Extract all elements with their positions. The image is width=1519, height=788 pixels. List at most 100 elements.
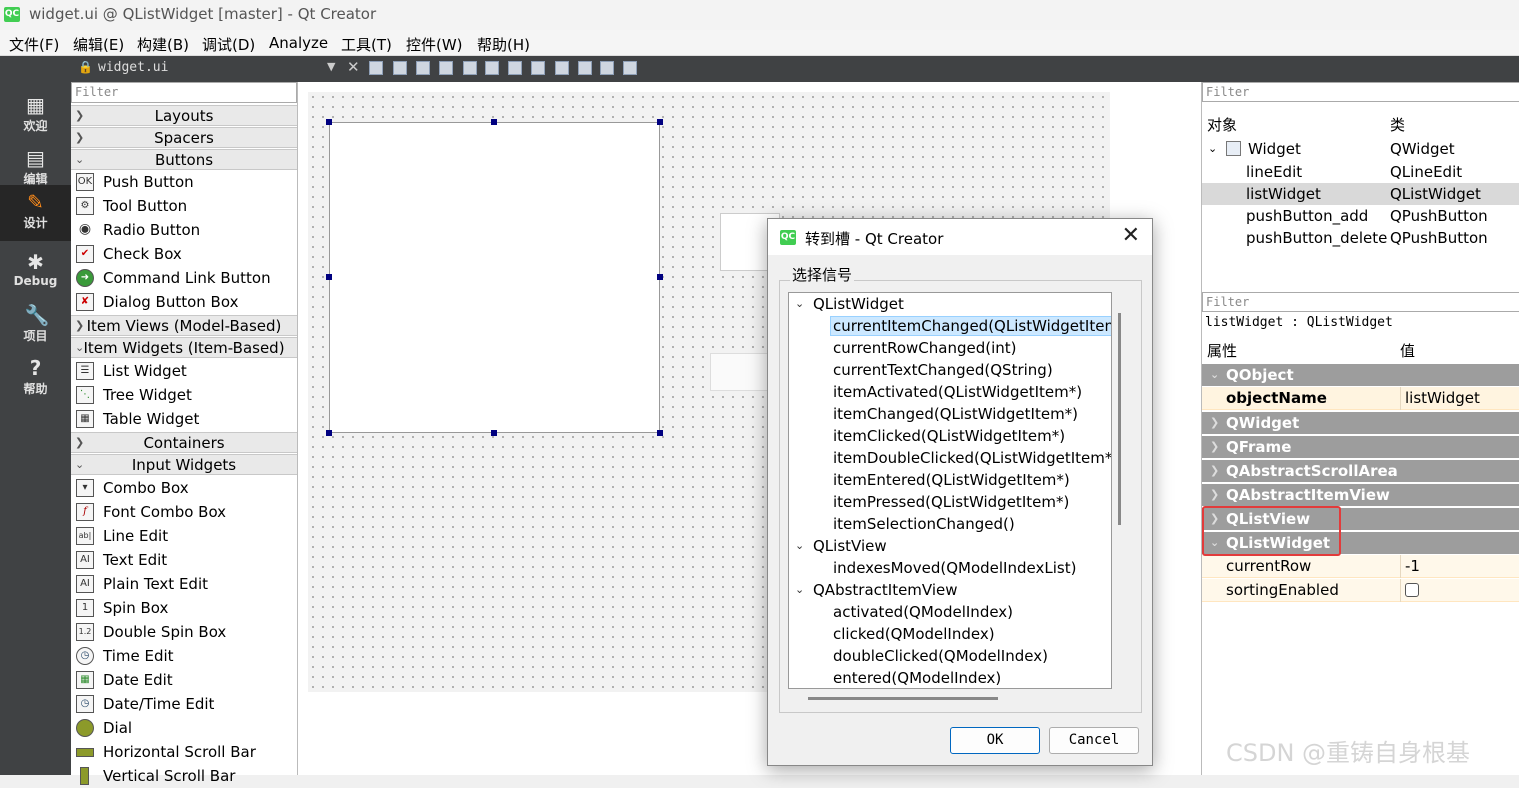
signal-group-qlistview[interactable]: ⌄ QListView — [789, 535, 1109, 557]
category-item-views[interactable]: ❯ Item Views (Model-Based) — [71, 315, 297, 336]
property-row-objectname[interactable]: objectName listWidget — [1202, 387, 1519, 410]
widget-date-time-edit[interactable]: ◷ Date/Time Edit — [71, 692, 297, 716]
widget-dial[interactable]: Dial — [71, 716, 297, 740]
layout-form-icon[interactable] — [578, 61, 592, 75]
widget-spin-box[interactable]: 1 Spin Box — [71, 596, 297, 620]
widget-text-edit[interactable]: AI Text Edit — [71, 548, 297, 572]
layout-splitter-v-icon[interactable] — [531, 61, 545, 75]
open-file-label[interactable]: widget.ui — [98, 60, 168, 75]
signal-item-activated[interactable]: itemActivated(QListWidgetItem*) — [789, 381, 1109, 403]
object-row-listwidget[interactable]: listWidget QListWidget — [1202, 183, 1519, 205]
widget-vertical-scroll-bar[interactable]: Vertical Scroll Bar — [71, 764, 297, 788]
signal-double-clicked[interactable]: doubleClicked(QModelIndex) — [789, 645, 1109, 667]
layout-splitter-h-icon[interactable] — [508, 61, 522, 75]
widget-dialog-button-box[interactable]: ✘ Dialog Button Box — [71, 290, 297, 314]
mode-help[interactable]: ? 帮助 — [0, 351, 71, 403]
menu-file[interactable]: 文件(F) — [9, 34, 59, 55]
signal-indexes-moved[interactable]: indexesMoved(QModelIndexList) — [789, 557, 1109, 579]
signal-activated[interactable]: activated(QModelIndex) — [789, 601, 1109, 623]
property-group-qframe[interactable]: ❯ QFrame — [1202, 436, 1519, 458]
mode-debug[interactable]: ✱ Debug — [0, 245, 71, 297]
widget-date-edit[interactable]: ▦ Date Edit — [71, 668, 297, 692]
property-row-currentrow[interactable]: currentRow -1 — [1202, 555, 1519, 578]
object-row-widget[interactable]: ⌄ Widget QWidget — [1202, 138, 1519, 160]
category-input-widgets[interactable]: ⌄ Input Widgets — [71, 454, 297, 475]
signal-item-pressed[interactable]: itemPressed(QListWidgetItem*) — [789, 491, 1109, 513]
horizontal-scrollbar[interactable] — [808, 697, 998, 700]
ok-button[interactable]: OK — [950, 727, 1040, 754]
mode-design[interactable]: ✎ 设计 — [0, 185, 71, 241]
widget-check-box[interactable]: ✔ Check Box — [71, 242, 297, 266]
property-group-qobject[interactable]: ⌄ QObject — [1202, 364, 1519, 386]
widget-combo-box[interactable]: ▾ Combo Box — [71, 476, 297, 500]
layout-grid-icon[interactable] — [555, 61, 569, 75]
widget-table-widget[interactable]: ▦ Table Widget — [71, 407, 297, 431]
signal-item-double-clicked[interactable]: itemDoubleClicked(QListWidgetItem*) — [789, 447, 1111, 469]
widget-push-button[interactable]: OK Push Button — [71, 170, 297, 194]
signal-current-item-changed[interactable]: currentItemChanged(QListWidgetItem — [789, 315, 1111, 337]
break-layout-icon[interactable] — [600, 61, 614, 75]
category-item-widgets[interactable]: ⌄ Item Widgets (Item-Based) — [71, 337, 297, 358]
property-group-qwidget[interactable]: ❯ QWidget — [1202, 412, 1519, 434]
object-filter-input[interactable]: Filter — [1202, 82, 1519, 102]
signal-item-selection-changed[interactable]: itemSelectionChanged() — [789, 513, 1109, 535]
signal-group-qlistwidget[interactable]: ⌄ QListWidget — [789, 293, 1109, 315]
signal-current-text-changed[interactable]: currentTextChanged(QString) — [789, 359, 1109, 381]
widget-tool-button[interactable]: ⚙ Tool Button — [71, 194, 297, 218]
widget-filter-input[interactable]: Filter — [71, 82, 297, 103]
mode-projects[interactable]: 🔧 项目 — [0, 298, 71, 350]
object-row-pushbutton-add[interactable]: pushButton_add QPushButton — [1202, 205, 1519, 227]
widget-command-link-button[interactable]: ➜ Command Link Button — [71, 266, 297, 290]
widget-horizontal-scroll-bar[interactable]: Horizontal Scroll Bar — [71, 740, 297, 764]
property-value[interactable]: listWidget — [1400, 387, 1480, 410]
sorting-enabled-checkbox[interactable] — [1405, 583, 1419, 597]
property-filter-input[interactable]: Filter — [1202, 292, 1519, 312]
resize-handle[interactable] — [657, 119, 663, 125]
close-icon[interactable]: ✕ — [1122, 223, 1140, 248]
chevron-down-icon[interactable]: ▼ — [327, 60, 335, 73]
widget-plain-text-edit[interactable]: AI Plain Text Edit — [71, 572, 297, 596]
category-spacers[interactable]: ❯ Spacers — [71, 127, 297, 148]
signal-item-changed[interactable]: itemChanged(QListWidgetItem*) — [789, 403, 1109, 425]
widget-double-spin-box[interactable]: 1.2 Double Spin Box — [71, 620, 297, 644]
layout-vertical-icon[interactable] — [485, 61, 499, 75]
mode-welcome[interactable]: ▦ 欢迎 — [0, 88, 71, 140]
widget-radio-button[interactable]: ◉ Radio Button — [71, 218, 297, 242]
widget-tree-widget[interactable]: ⋱ Tree Widget — [71, 383, 297, 407]
object-row-lineedit[interactable]: lineEdit QLineEdit — [1202, 161, 1519, 183]
resize-handle[interactable] — [657, 430, 663, 436]
object-row-pushbutton-delete[interactable]: pushButton_delete QPushButton — [1202, 227, 1519, 249]
widget-font-combo-box[interactable]: f Font Combo Box — [71, 500, 297, 524]
close-file-icon[interactable]: ✕ — [347, 58, 360, 76]
widget-line-edit[interactable]: ab| Line Edit — [71, 524, 297, 548]
widget-time-edit[interactable]: ◷ Time Edit — [71, 644, 297, 668]
category-layouts[interactable]: ❯ Layouts — [71, 105, 297, 126]
widget-list-widget[interactable]: ☰ List Widget — [71, 359, 297, 383]
menu-widgets[interactable]: 控件(W) — [406, 34, 463, 55]
adjust-size-icon[interactable] — [623, 61, 637, 75]
property-row-sortingenabled[interactable]: sortingEnabled — [1202, 579, 1519, 602]
resize-handle[interactable] — [657, 274, 663, 280]
edit-widgets-icon[interactable] — [369, 61, 383, 75]
menu-debug[interactable]: 调试(D) — [202, 34, 255, 55]
resize-handle[interactable] — [326, 274, 332, 280]
signal-group-qabstractitemview[interactable]: ⌄ QAbstractItemView — [789, 579, 1109, 601]
signal-current-row-changed[interactable]: currentRowChanged(int) — [789, 337, 1109, 359]
edit-tab-order-icon[interactable] — [439, 61, 453, 75]
menu-edit[interactable]: 编辑(E) — [73, 34, 124, 55]
chevron-down-icon[interactable]: ⌄ — [1208, 138, 1217, 160]
property-value[interactable]: -1 — [1400, 555, 1420, 578]
cancel-button[interactable]: Cancel — [1049, 727, 1139, 754]
menu-help[interactable]: 帮助(H) — [477, 34, 530, 55]
signal-clicked[interactable]: clicked(QModelIndex) — [789, 623, 1109, 645]
layout-horizontal-icon[interactable] — [463, 61, 477, 75]
list-widget-preview[interactable] — [326, 119, 663, 436]
menu-tools[interactable]: 工具(T) — [341, 34, 392, 55]
signal-item-entered[interactable]: itemEntered(QListWidgetItem*) — [789, 469, 1109, 491]
edit-buddies-icon[interactable] — [416, 61, 430, 75]
resize-handle[interactable] — [491, 430, 497, 436]
menu-build[interactable]: 构建(B) — [137, 34, 189, 55]
resize-handle[interactable] — [326, 119, 332, 125]
property-group-qabstractitemview[interactable]: ❯ QAbstractItemView — [1202, 484, 1519, 506]
category-buttons[interactable]: ⌄ Buttons — [71, 149, 297, 170]
